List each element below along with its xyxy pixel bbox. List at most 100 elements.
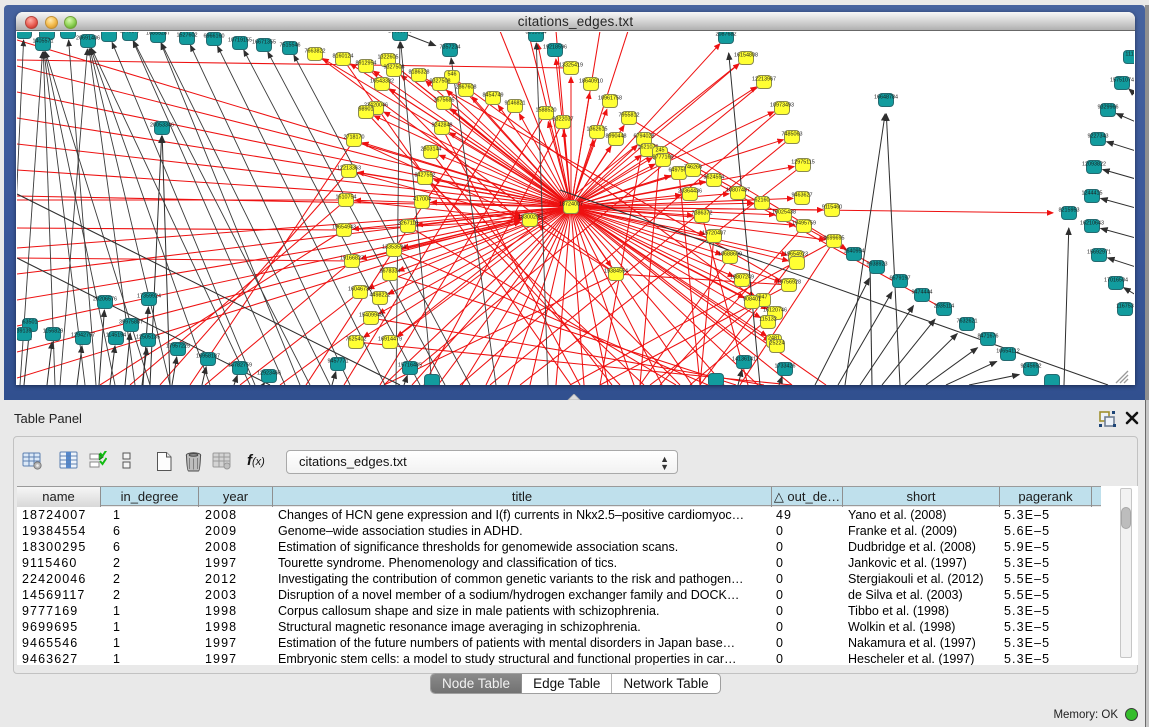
svg-text:7955812: 7955812 [619,113,640,119]
svg-text:116753: 116753 [1116,304,1134,310]
svg-text:19756928: 19756928 [777,280,801,286]
svg-text:16914479: 16914479 [378,337,402,343]
svg-text:98901: 98901 [359,107,374,113]
svg-text:3675685: 3675685 [434,98,455,104]
svg-text:39139: 39139 [17,329,32,335]
svg-text:9245652: 9245652 [1021,364,1042,370]
svg-text:1117: 1117 [1125,52,1134,58]
svg-text:13325419: 13325419 [559,63,583,69]
svg-text:16154808: 16154808 [734,53,758,59]
svg-text:19218596: 19218596 [543,45,567,51]
svg-text:9327508: 9327508 [384,65,405,71]
svg-text:7632621: 7632621 [957,319,978,325]
svg-text:10654112: 10654112 [996,349,1020,355]
svg-text:9463627: 9463627 [792,193,813,199]
svg-text:1733426: 1733426 [775,364,796,370]
svg-text:8186328: 8186328 [409,70,430,76]
svg-text:9699695: 9699695 [824,236,845,242]
svg-text:16033809: 16033809 [388,32,412,35]
svg-text:115132: 115132 [759,317,777,323]
svg-text:62160: 62160 [755,198,770,204]
svg-text:417004: 417004 [413,197,431,203]
svg-text:20364436: 20364436 [678,189,702,195]
svg-text:8427552: 8427552 [415,173,436,179]
svg-text:546: 546 [448,72,457,78]
svg-text:10719155: 10719155 [228,38,252,44]
svg-text:8454749: 8454749 [483,93,504,99]
svg-text:17359924: 17359924 [137,294,161,300]
svg-text:16046738: 16046738 [348,287,372,293]
svg-text:245: 245 [656,148,665,154]
svg-text:19384554: 19384554 [604,269,628,275]
svg-text:8678334: 8678334 [380,269,401,275]
svg-text:9474444: 9474444 [912,290,933,296]
svg-text:9457771: 9457771 [328,359,349,365]
svg-text:16648784: 16648784 [874,95,898,101]
svg-text:7485063: 7485063 [782,132,803,138]
svg-text:2803144: 2803144 [421,147,442,153]
svg-text:9329966: 9329966 [1098,105,1119,111]
svg-text:12213967: 12213967 [752,77,776,83]
svg-text:1362615: 1362615 [587,127,608,133]
svg-text:19166827: 19166827 [340,256,364,262]
svg-text:18640910: 18640910 [579,79,603,85]
svg-text:8322037: 8322037 [553,117,574,123]
svg-text:10025438: 10025438 [772,210,796,216]
svg-text:13353594: 13353594 [382,245,406,251]
svg-text:10807487: 10807487 [726,188,750,194]
svg-text:17957225: 17957225 [166,344,190,350]
svg-text:20691406: 20691406 [76,36,100,42]
svg-text:9227343: 9227343 [1088,134,1109,140]
svg-text:9242848: 9242848 [432,123,453,129]
svg-text:1156829: 1156829 [43,329,64,335]
svg-text:7515546: 7515546 [280,43,301,49]
svg-text:2867608: 2867608 [456,85,477,91]
svg-text:5938923: 5938923 [867,262,888,268]
svg-text:1405571: 1405571 [33,39,54,45]
svg-text:7357234: 7357234 [440,45,461,51]
svg-text:15409948: 15409948 [359,313,383,319]
svg-text:16210643: 16210643 [1080,221,1104,227]
svg-text:16782759: 16782759 [228,363,252,369]
svg-text:2935114: 2935114 [934,304,955,310]
svg-text:16958187: 16958187 [196,354,220,360]
svg-text:10961758: 10961758 [598,96,622,102]
svg-text:18807249: 18807249 [730,275,754,281]
svg-text:9115460: 9115460 [822,205,843,211]
svg-text:3267110: 3267110 [398,221,419,227]
svg-text:8990448: 8990448 [606,134,627,140]
svg-text:6966160: 6966160 [204,34,225,40]
svg-text:8813054: 8813054 [526,32,547,36]
svg-text:9777169: 9777169 [653,155,674,161]
svg-text:2718170: 2718170 [344,135,365,141]
svg-text:39975887: 39975887 [119,320,143,326]
svg-text:7625402: 7625402 [346,337,367,343]
svg-text:8471676: 8471676 [978,334,999,340]
svg-text:14136141: 14136141 [732,357,756,363]
svg-text:63501: 63501 [23,320,38,326]
svg-text:6679197: 6679197 [890,276,911,282]
svg-text:1588520: 1588520 [536,108,557,114]
svg-text:16671355: 16671355 [252,40,276,46]
svg-text:1527602: 1527602 [177,33,198,39]
svg-text:20053346: 20053346 [150,123,174,129]
svg-text:10855287: 10855287 [146,32,170,37]
svg-text:908401: 908401 [743,297,761,303]
svg-text:1322605: 1322605 [378,55,399,61]
svg-text:6794028: 6794028 [634,134,655,140]
svg-text:17016504: 17016504 [1104,278,1128,284]
svg-text:1610754: 1610754 [336,195,357,201]
svg-text:2087682: 2087682 [716,32,737,38]
svg-text:18724007: 18724007 [559,202,583,208]
svg-text:18300295: 18300295 [518,215,542,221]
svg-text:7663822: 7663822 [305,49,326,55]
svg-text:15751074: 15751074 [1110,78,1134,84]
svg-text:15692971: 15692971 [1087,250,1111,256]
svg-text:12093822: 12093822 [1082,162,1106,168]
svg-text:1049377: 1049377 [120,32,141,35]
svg-text:1640954: 1640954 [844,249,865,255]
svg-text:746266: 746266 [684,165,702,171]
svg-text:1244415: 1244415 [1082,191,1103,197]
svg-text:15716485: 15716485 [398,363,422,369]
svg-text:9146821: 9146821 [505,101,526,107]
